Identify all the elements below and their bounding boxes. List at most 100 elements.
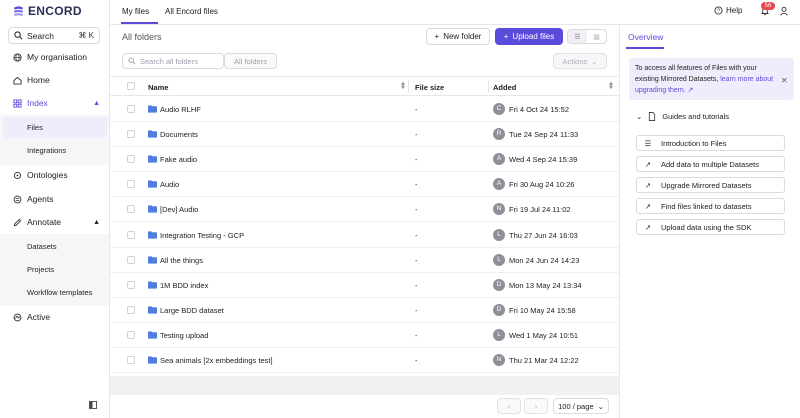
external-link-icon: ↗ <box>644 159 652 169</box>
row-checkbox[interactable] <box>127 105 135 113</box>
sidebar-item-ontologies[interactable]: Ontologies <box>6 166 106 184</box>
folder-name[interactable]: Documents <box>160 130 198 139</box>
folder-name[interactable]: Fake audio <box>160 155 197 164</box>
sidebar-item-datasets[interactable]: Datasets <box>3 236 107 257</box>
file-size: - <box>415 255 418 265</box>
row-checkbox[interactable] <box>127 356 135 364</box>
folder-icon <box>148 230 157 239</box>
folder-icon <box>148 105 157 113</box>
tab-my-files[interactable]: My files <box>122 7 149 16</box>
sidebar-item-active[interactable]: Active <box>6 308 106 326</box>
sidebar-item-integrations[interactable]: Integrations <box>3 140 107 161</box>
folder-name[interactable]: Audio <box>160 180 179 189</box>
table-row[interactable]: 1M BDD index - D Mon 13 May 24 13:34 <box>110 273 619 298</box>
folder-name[interactable]: Integration Testing - GCP <box>160 231 244 240</box>
view-toggle[interactable]: ☰ ▦ <box>567 29 607 44</box>
previous-page-button[interactable]: ‹ <box>497 398 521 414</box>
list-view-icon[interactable]: ☰ <box>568 30 587 43</box>
row-checkbox[interactable] <box>127 330 135 339</box>
next-page-button[interactable]: › <box>524 398 548 414</box>
folder-icon <box>148 331 157 339</box>
folder-name[interactable]: Audio RLHF <box>160 105 201 114</box>
tab-overview[interactable]: Overview <box>628 32 663 42</box>
guide-add-data-to-multiple-datasets[interactable]: ↗ Add data to multiple Datasets <box>636 156 785 172</box>
sidebar-item-workflow-templates[interactable]: Workflow templates <box>3 282 107 303</box>
folder-icon <box>148 205 157 213</box>
folder-name[interactable]: Large BDD dataset <box>160 306 224 315</box>
sidebar-item-organisation[interactable]: My organisation <box>6 48 106 66</box>
select-all-checkbox[interactable] <box>127 82 135 90</box>
table-row[interactable]: All the things - L Mon 24 Jun 24 14:23 <box>110 248 619 273</box>
table-row[interactable]: Large BDD dataset - D Fri 10 May 24 15:58 <box>110 298 619 323</box>
folder-icon <box>148 155 157 163</box>
table-row[interactable]: Documents - R Tue 24 Sep 24 11:33 <box>110 122 619 148</box>
tab-all-encord-files[interactable]: All Encord files <box>165 7 218 16</box>
page-size-select[interactable]: 100 / page ⌄ <box>553 398 609 414</box>
chevron-up-icon[interactable]: ▲ <box>93 219 100 226</box>
close-icon[interactable]: ✕ <box>781 76 788 85</box>
sidebar-item-projects[interactable]: Projects <box>3 259 107 280</box>
row-checkbox[interactable] <box>127 280 135 289</box>
table-row[interactable]: Sea animals [2x embeddings test] - N Thu 21… <box>110 348 619 373</box>
avatar: N <box>493 354 505 366</box>
sort-icon[interactable]: ▲ ▼ <box>608 81 614 91</box>
sort-icon[interactable]: ▲ ▼ <box>400 81 406 91</box>
row-checkbox[interactable] <box>127 305 135 314</box>
row-checkbox[interactable] <box>127 180 135 189</box>
sidebar-item-home[interactable]: Home <box>6 71 106 89</box>
file-size: - <box>415 155 418 165</box>
row-checkbox[interactable] <box>127 255 135 264</box>
file-size: - <box>415 305 418 315</box>
column-header-name[interactable]: Name <box>148 83 168 92</box>
table-row[interactable]: Audio - A Fri 30 Aug 24 10:26 <box>110 172 619 198</box>
folder-name[interactable]: Sea animals [2x embeddings test] <box>160 356 273 365</box>
grid-view-icon[interactable]: ▦ <box>587 30 606 43</box>
index-icon <box>13 98 22 108</box>
search-icon <box>14 31 23 40</box>
row-checkbox[interactable] <box>127 230 135 239</box>
collapse-sidebar-icon[interactable] <box>89 401 97 409</box>
folder-name[interactable]: 1M BDD index <box>160 281 208 290</box>
new-folder-label: New folder <box>443 32 482 41</box>
actions-dropdown[interactable]: Actions ⌄ <box>553 53 607 69</box>
new-folder-button[interactable]: + New folder <box>426 28 490 45</box>
globe-icon <box>13 52 22 62</box>
folder-name[interactable]: Testing upload <box>160 331 208 340</box>
row-checkbox[interactable] <box>127 130 135 139</box>
external-link-icon: ↗ <box>685 87 694 94</box>
ontology-icon <box>13 171 22 180</box>
home-icon <box>13 76 22 85</box>
guide-upgrade-mirrored-datasets[interactable]: ↗ Upgrade Mirrored Datasets <box>636 177 785 193</box>
table-row[interactable]: Fake audio - A Wed 4 Sep 24 15:39 <box>110 147 619 173</box>
column-header-added[interactable]: Added <box>493 83 516 92</box>
guides-section-toggle[interactable]: ⌄ Guides and tutorials <box>636 112 729 121</box>
guide-introduction-to-files[interactable]: ☰ Introduction to Files <box>636 135 785 151</box>
file-size: - <box>415 330 418 340</box>
folder-name[interactable]: [Dev] Audio <box>160 205 198 214</box>
avatar: L <box>493 253 505 266</box>
table-row[interactable]: Testing upload - L Wed 1 May 24 10:51 <box>110 323 619 348</box>
search-scope-select[interactable]: All folders <box>224 53 277 69</box>
user-icon[interactable] <box>779 6 789 16</box>
encord-logo[interactable]: ENCORD <box>12 4 82 18</box>
column-header-file-size[interactable]: File size <box>415 83 444 92</box>
guide-find-files-linked-to-datasets[interactable]: ↗ Find files linked to datasets <box>636 198 785 214</box>
chevron-up-icon[interactable]: ▲ <box>93 100 100 107</box>
search-folders-input[interactable]: Search all folders <box>122 53 224 69</box>
row-checkbox[interactable] <box>127 155 135 164</box>
table-row[interactable]: [Dev] Audio - N Fri 19 Jul 24 11:02 <box>110 197 619 223</box>
sidebar-item-agents[interactable]: Agents <box>6 190 106 208</box>
row-checkbox[interactable] <box>127 205 135 214</box>
table-row[interactable]: Audio RLHF - C Fri 4 Oct 24 15:52 <box>110 97 619 122</box>
sidebar-search-button[interactable]: Search ⌘ K <box>8 27 100 44</box>
sidebar-item-index[interactable]: Index ▲ <box>6 94 106 112</box>
external-link-icon: ↗ <box>644 222 652 232</box>
guide-upload-data-using-the-sdk[interactable]: ↗ Upload data using the SDK <box>636 219 785 235</box>
sidebar: ENCORD Search ⌘ K My organisation Home I… <box>0 0 110 418</box>
help-button[interactable]: ? Help <box>714 6 742 15</box>
table-row[interactable]: Integration Testing - GCP - L Thu 27 Jun 24… <box>110 223 619 248</box>
sidebar-item-annotate[interactable]: Annotate ▲ <box>6 213 106 231</box>
upload-files-button[interactable]: + Upload files <box>495 28 563 45</box>
sidebar-item-files[interactable]: Files <box>3 117 107 138</box>
folder-name[interactable]: All the things <box>160 256 203 265</box>
